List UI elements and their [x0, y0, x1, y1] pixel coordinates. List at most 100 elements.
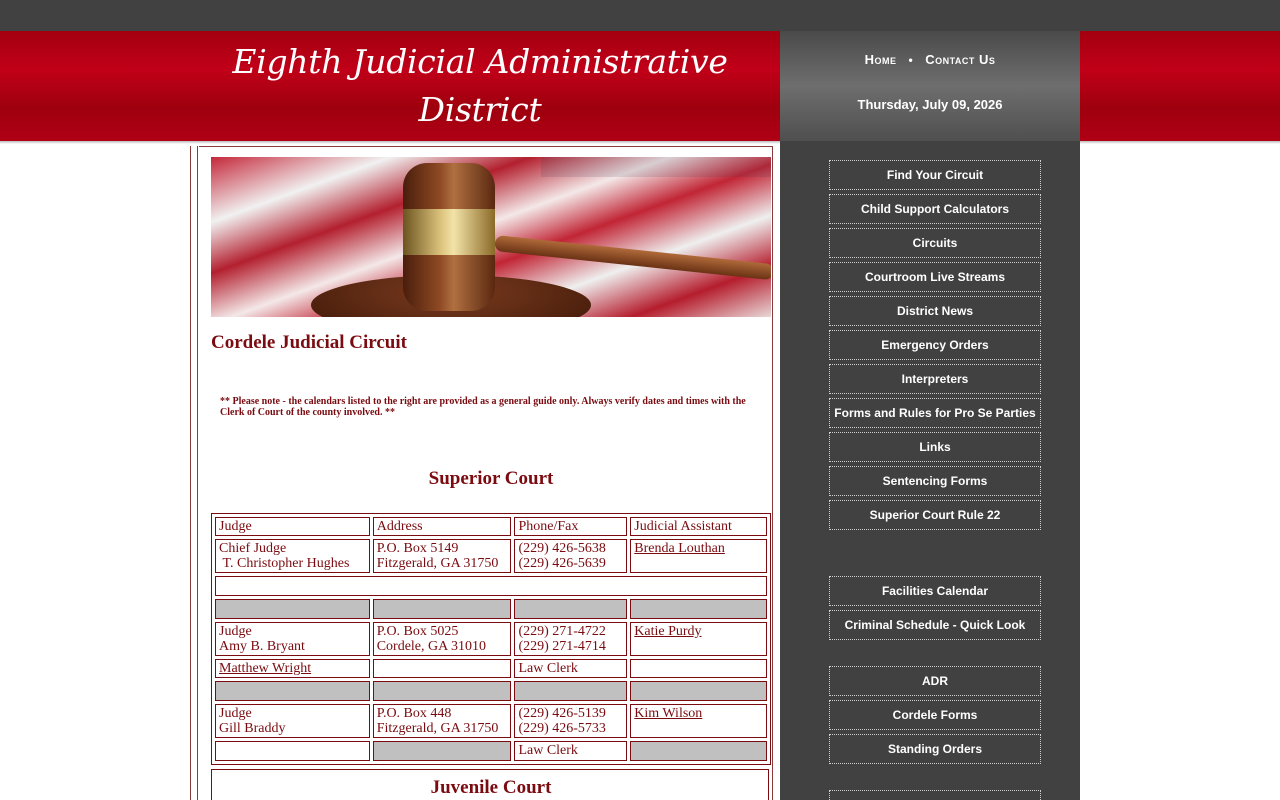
assistant-cell: Katie Purdy	[630, 622, 767, 656]
grey-cell	[514, 681, 628, 701]
flag-canton-shape	[541, 157, 771, 177]
header-judicial-assistant: Judicial Assistant	[630, 517, 767, 536]
header-judge: Judge	[215, 517, 370, 536]
sidebar-item-links[interactable]: Links	[829, 432, 1041, 462]
address-line2: Cordele, GA 31010	[376, 639, 486, 654]
judge-cell: Judge Gill Braddy	[215, 704, 370, 738]
left-divider	[190, 146, 198, 800]
judge-title: Chief Judge	[219, 541, 287, 556]
table-row: Matthew Wright Law Clerk	[215, 659, 767, 678]
clerk-link[interactable]: Matthew Wright	[219, 661, 311, 676]
assistant-cell: Brenda Louthan	[630, 539, 767, 573]
fax: (229) 271-4714	[518, 639, 606, 654]
page-title: Cordele Judicial Circuit	[211, 332, 407, 353]
phone-cell: (229) 271-4722 (229) 271-4714	[514, 622, 628, 656]
sidebar-item-superior-court-rule-22[interactable]: Superior Court Rule 22	[829, 500, 1041, 530]
clerk-label-cell: Law Clerk	[514, 741, 628, 761]
judge-title: Judge	[219, 706, 252, 721]
table-spacer-row	[215, 576, 767, 596]
address-line1: P.O. Box 448	[376, 706, 452, 721]
sidebar-item-pro-se-forms[interactable]: Forms and Rules for Pro Se Parties	[829, 398, 1041, 428]
judge-name: T. Christopher Hughes	[222, 556, 350, 571]
grey-cell	[372, 599, 512, 619]
clerk-cell: Matthew Wright	[215, 659, 370, 678]
judge-name: Amy B. Bryant	[219, 639, 305, 654]
address-line2: Fitzgerald, GA 31750	[376, 721, 499, 736]
phone-cell: (229) 426-5139 (229) 426-5733	[514, 704, 628, 738]
table-header-row: Judge Address Phone/Fax Judicial Assista…	[215, 517, 767, 536]
assistant-cell: Kim Wilson	[630, 704, 767, 738]
table-row: Judge Amy B. Bryant P.O. Box 5025 Cordele,…	[215, 622, 767, 656]
address-cell: P.O. Box 5149 Fitzgerald, GA 31750	[372, 539, 512, 573]
address-cell: P.O. Box 448 Fitzgerald, GA 31750	[372, 704, 512, 738]
grey-cell	[215, 681, 370, 701]
clerk-label-cell: Law Clerk	[514, 659, 628, 678]
empty-cell	[215, 741, 370, 761]
spacer-cell	[215, 576, 767, 596]
grey-cell	[372, 741, 512, 761]
gavel-handle-shape	[494, 235, 771, 281]
main-content: Cordele Judicial Circuit ** Please note …	[199, 146, 773, 800]
phone: (229) 271-4722	[518, 624, 606, 639]
juvenile-court-heading: Juvenile Court	[430, 777, 552, 798]
gavel-flag-image	[211, 157, 771, 317]
judge-cell: Judge Amy B. Bryant	[215, 622, 370, 656]
table-row: Chief Judge T. Christopher Hughes P.O. B…	[215, 539, 767, 573]
phone-cell: (229) 426-5638 (229) 426-5639	[514, 539, 628, 573]
fax: (229) 426-5639	[518, 556, 606, 571]
assistant-link[interactable]: Kim Wilson	[634, 706, 702, 721]
nav-home-link[interactable]: Home	[865, 52, 897, 67]
sidebar-item-criminal-schedule[interactable]: Criminal Schedule - Quick Look	[829, 610, 1041, 640]
judge-cell: Chief Judge T. Christopher Hughes	[215, 539, 370, 573]
sidebar-item-emergency-orders[interactable]: Emergency Orders	[829, 330, 1041, 360]
assistant-link[interactable]: Brenda Louthan	[634, 541, 725, 556]
nav-separator: •	[908, 52, 914, 67]
sidebar-item-cordele-forms[interactable]: Cordele Forms	[829, 700, 1041, 730]
grey-cell	[372, 681, 512, 701]
address-cell: P.O. Box 5025 Cordele, GA 31010	[372, 622, 512, 656]
sidebar-item-find-your-circuit[interactable]: Find Your Circuit	[829, 160, 1041, 190]
grey-cell	[630, 681, 767, 701]
address-line2: Fitzgerald, GA 31750	[376, 556, 499, 571]
table-grey-row	[215, 599, 767, 619]
sidebar-item-sentencing-forms[interactable]: Sentencing Forms	[829, 466, 1041, 496]
address-line1: P.O. Box 5149	[376, 541, 459, 556]
grey-cell	[630, 741, 767, 761]
sidebar: Find Your Circuit Child Support Calculat…	[780, 141, 1080, 800]
fax: (229) 426-5733	[518, 721, 606, 736]
superior-court-table: Judge Address Phone/Fax Judicial Assista…	[211, 513, 771, 765]
calendar-note: ** Please note - the calendars listed to…	[220, 396, 746, 418]
superior-court-heading: Superior Court	[428, 468, 554, 489]
header-phone-fax: Phone/Fax	[514, 517, 628, 536]
grey-cell	[514, 599, 628, 619]
sidebar-item-partial[interactable]	[829, 790, 1041, 800]
phone: (229) 426-5638	[518, 541, 606, 556]
grey-cell	[630, 599, 767, 619]
sidebar-item-standing-orders[interactable]: Standing Orders	[829, 734, 1041, 764]
sidebar-item-circuits[interactable]: Circuits	[829, 228, 1041, 258]
phone: (229) 426-5139	[518, 706, 606, 721]
top-nav-box: Home • Contact Us Thursday, July 09, 202…	[780, 31, 1080, 141]
table-row: Judge Gill Braddy P.O. Box 448 Fitzgerald,…	[215, 704, 767, 738]
empty-cell	[372, 659, 512, 678]
gavel-band-shape	[403, 209, 495, 255]
sidebar-item-courtroom-live-streams[interactable]: Courtroom Live Streams	[829, 262, 1041, 292]
nav-contact-link[interactable]: Contact Us	[925, 52, 995, 67]
grey-cell	[215, 599, 370, 619]
top-bar	[0, 0, 1280, 31]
header-address: Address	[372, 517, 512, 536]
sidebar-item-adr[interactable]: ADR	[829, 666, 1041, 696]
table-row: Law Clerk	[215, 741, 767, 761]
site-title-line1: Eighth Judicial Administrative District	[232, 42, 728, 129]
judge-title: Judge	[219, 624, 252, 639]
current-date: Thursday, July 09, 2026	[857, 97, 1003, 112]
sidebar-item-district-news[interactable]: District News	[829, 296, 1041, 326]
assistant-link[interactable]: Katie Purdy	[634, 624, 701, 639]
judge-name: Gill Braddy	[219, 721, 286, 736]
empty-cell	[630, 659, 767, 678]
address-line1: P.O. Box 5025	[376, 624, 459, 639]
top-nav: Home • Contact Us	[780, 52, 1080, 67]
sidebar-item-child-support-calculators[interactable]: Child Support Calculators	[829, 194, 1041, 224]
sidebar-item-facilities-calendar[interactable]: Facilities Calendar	[829, 576, 1041, 606]
sidebar-item-interpreters[interactable]: Interpreters	[829, 364, 1041, 394]
